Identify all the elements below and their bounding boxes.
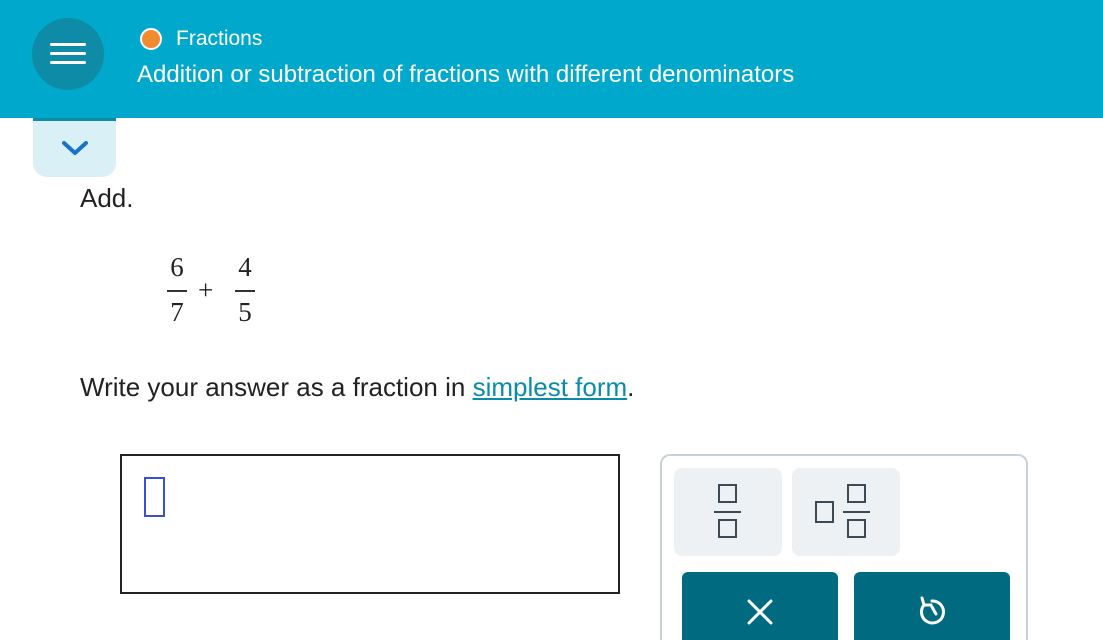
math-tools-panel [660, 454, 1028, 640]
instruction-text: Add. [80, 183, 134, 213]
operator: + [198, 275, 214, 305]
answer-input[interactable] [120, 454, 620, 594]
topic-row: Fractions [140, 27, 262, 51]
clear-button[interactable] [682, 572, 838, 640]
topic-status-icon [140, 28, 162, 50]
fraction-bar [167, 290, 187, 292]
topic-label: Fractions [176, 27, 263, 50]
undo-button[interactable] [854, 572, 1010, 640]
fraction-2-denominator: 5 [238, 297, 252, 327]
hamburger-menu-icon [50, 43, 86, 46]
undo-icon [920, 596, 945, 625]
fraction-bar [235, 290, 255, 292]
simplest-form-link[interactable]: simplest form [473, 372, 628, 402]
directions-prefix: Write your answer as a fraction in [80, 372, 473, 402]
fraction-template-icon [714, 484, 741, 538]
hamburger-menu-icon [50, 52, 86, 55]
menu-button[interactable] [32, 18, 104, 90]
fraction-1-denominator: 7 [170, 297, 184, 327]
mixed-number-template-icon [815, 484, 870, 538]
mixed-number-template-button[interactable] [792, 468, 900, 556]
fraction-1-numerator: 6 [170, 252, 184, 282]
fraction-template-button[interactable] [674, 468, 782, 556]
header-bar: Fractions Addition or subtraction of fra… [0, 0, 1103, 118]
lesson-title: Addition or subtraction of fractions wit… [137, 61, 795, 88]
directions-suffix: . [627, 372, 635, 402]
input-cursor-placeholder [144, 477, 165, 517]
directions-text: Write your answer as a fraction in simpl… [80, 372, 634, 403]
expand-button[interactable] [33, 118, 116, 177]
close-icon [747, 599, 773, 625]
hamburger-menu-icon [50, 61, 86, 64]
chevron-down-icon [62, 141, 88, 155]
fraction-2-numerator: 4 [238, 252, 252, 282]
